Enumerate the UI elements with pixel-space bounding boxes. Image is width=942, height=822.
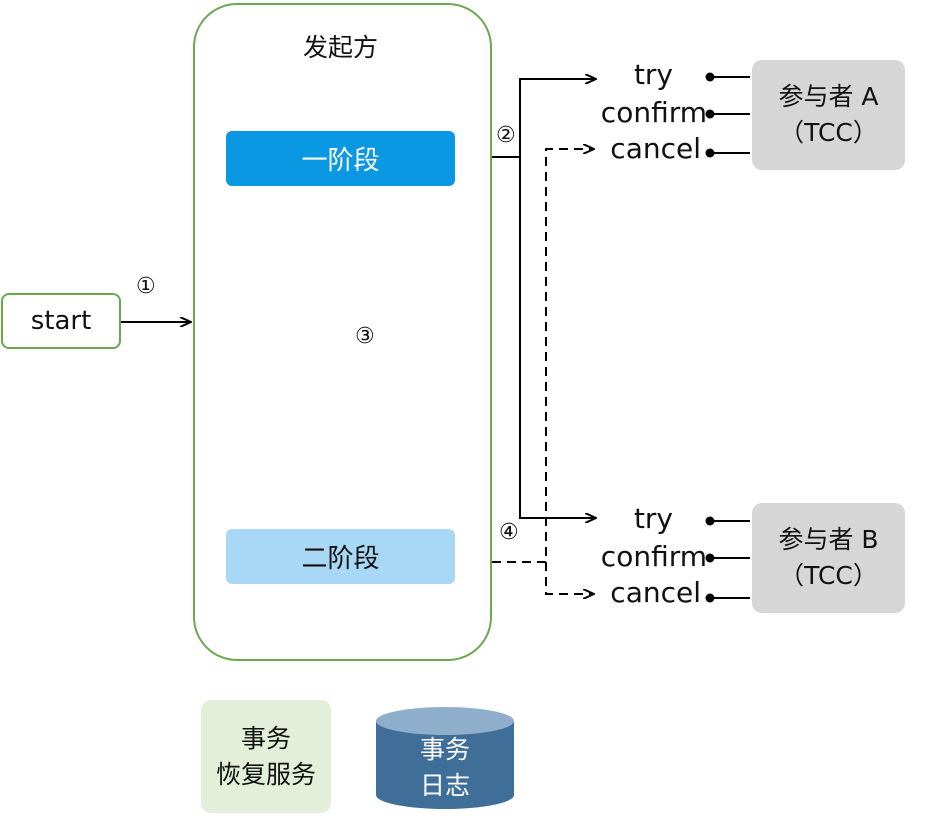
dot-a-cancel [705, 148, 715, 158]
participant-a-try: try [633, 58, 673, 91]
phase2-label: 二阶段 [301, 544, 380, 574]
participant-b-box: 参与者 B （TCC） [752, 503, 905, 613]
participant-b-cancel: cancel [610, 576, 701, 609]
transaction-recovery-service: 事务 恢复服务 [201, 700, 331, 813]
log-line2: 日志 [419, 771, 470, 800]
step-2-label: ② [496, 123, 516, 148]
start-node: start [1, 293, 121, 349]
dot-a-try [705, 72, 715, 82]
participant-a-confirm: confirm [600, 96, 707, 129]
step-4-label: ④ [499, 520, 519, 545]
dot-b-cancel [705, 593, 715, 603]
phase1-label: 一阶段 [301, 146, 380, 176]
participant-a-type: （TCC） [779, 118, 878, 147]
start-label: start [30, 306, 92, 336]
phase2-box: 二阶段 [226, 529, 455, 584]
participant-a-cancel: cancel [610, 132, 701, 165]
transaction-log-label: 事务 日志 [376, 732, 514, 804]
dot-b-try [705, 516, 715, 526]
initiator-title: 发起方 [302, 33, 378, 62]
participant-b-confirm: confirm [600, 540, 707, 573]
participant-b-type: （TCC） [779, 561, 878, 590]
arrow-phase1-to-try-b [519, 157, 596, 518]
participant-b-name: 参与者 B [778, 525, 879, 554]
step-3-label: ③ [355, 324, 375, 349]
participant-b-try: try [633, 502, 673, 535]
log-line1: 事务 [419, 735, 470, 764]
phase1-box: 一阶段 [226, 131, 455, 186]
recovery-line2: 恢复服务 [215, 759, 316, 789]
participant-a-box: 参与者 A （TCC） [752, 60, 905, 170]
participant-a-name: 参与者 A [778, 82, 879, 111]
step-1-label: ① [136, 274, 156, 299]
recovery-line1: 事务 [240, 723, 291, 753]
